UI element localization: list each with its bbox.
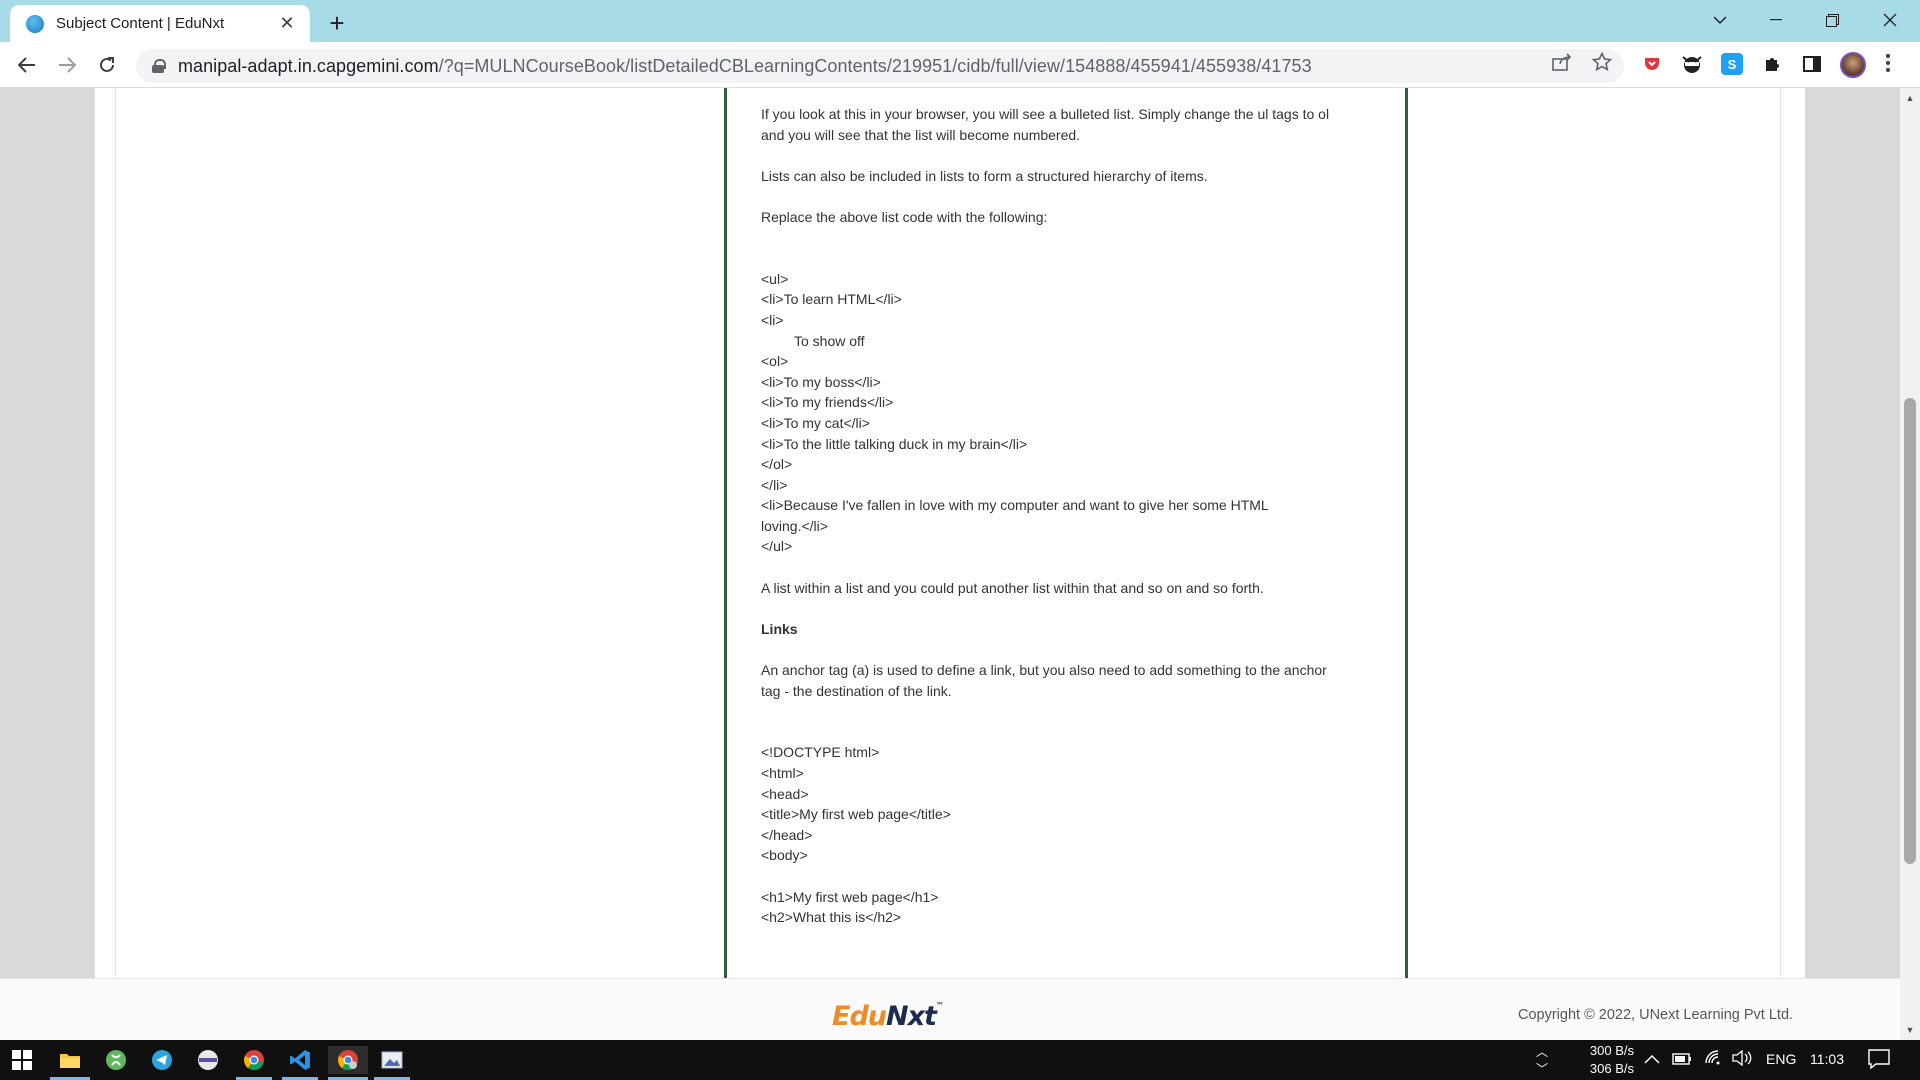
reload-icon[interactable] [92, 50, 122, 80]
url-text[interactable]: manipal-adapt.in.capgemini.com/?q=MULNCo… [178, 56, 1312, 77]
browser-tabstrip: Subject Content | EduNxt ✕ + [0, 0, 1920, 42]
logo-nxt-text: Nxt [886, 1001, 937, 1032]
tab-search-icon[interactable] [1692, 0, 1748, 40]
code-line: <h2>What this is</h2> [761, 909, 902, 926]
scroll-up-arrow-icon[interactable]: ▲ [1900, 90, 1920, 106]
scroll-down-arrow-icon[interactable]: ▼ [1900, 1022, 1920, 1038]
code-line: </ul> [761, 538, 793, 555]
tab-title: Subject Content | EduNxt [56, 15, 225, 32]
code-line: <li>To the little talking duck in my bra… [761, 435, 1028, 452]
file-explorer-icon[interactable] [56, 1046, 84, 1074]
page-scrollbar[interactable]: ▲ ▼ [1900, 88, 1920, 1040]
edunxt-favicon-icon [26, 14, 44, 33]
chrome-profile-icon[interactable] [328, 1046, 368, 1074]
media-app-icon[interactable] [194, 1046, 222, 1074]
paragraph-nested-lists: Lists can also be included in lists to f… [761, 167, 1208, 184]
extensions-puzzle-icon[interactable] [1761, 53, 1783, 75]
page-background: If you look at this in your browser, you… [0, 88, 1900, 978]
heading-links: Links [761, 620, 798, 637]
profile-avatar[interactable] [1840, 52, 1866, 78]
code-line: <h1>My first web page</h1> [761, 888, 939, 905]
code-line: <title>My first web page</title> [761, 806, 951, 823]
side-panel-icon[interactable] [1801, 53, 1823, 75]
code-line: </ol> [761, 456, 793, 473]
photos-app-icon[interactable] [378, 1046, 406, 1074]
copyright-text: Copyright © 2022, UNext Learning Pvt Ltd… [1518, 1007, 1794, 1023]
paragraph-list-within-list: A list within a list and you could put a… [761, 579, 1264, 596]
lock-icon[interactable] [152, 59, 166, 73]
code-line: <html> [761, 765, 804, 781]
net-down-speed: 306 B/s [1589, 1061, 1634, 1076]
vscode-icon[interactable] [286, 1046, 314, 1074]
url-path: /?q=MULNCourseBook/listDetailedCBLearnin… [438, 55, 1312, 76]
scrollbar-thumb[interactable] [1904, 398, 1916, 864]
pocket-extension-icon[interactable] [1641, 53, 1663, 75]
code-line: <li>To my cat</li> [761, 414, 870, 431]
code-line: <li>To my friends</li> [761, 394, 894, 411]
wifi-icon[interactable] [1704, 1050, 1722, 1069]
edunxt-logo: EduNxt™ [832, 1001, 944, 1032]
code-line: To show off [794, 332, 865, 349]
chrome-icon[interactable] [240, 1046, 268, 1074]
volume-icon[interactable] [1732, 1049, 1752, 1069]
minimize-window-icon[interactable] [1748, 0, 1804, 40]
bookmark-star-icon[interactable] [1591, 51, 1613, 77]
page-footer: EduNxt™ Copyright © 2022, UNext Learning… [0, 978, 1900, 1040]
forward-arrow-icon[interactable] [52, 50, 82, 80]
close-window-icon[interactable] [1862, 0, 1918, 40]
paragraph-lists-intro: If you look at this in your browser, you… [761, 106, 1330, 143]
notifications-icon[interactable] [1868, 1049, 1890, 1072]
code-line: <li>Because I've fallen in love with my … [761, 497, 1269, 534]
learning-content: If you look at this in your browser, you… [761, 104, 1381, 928]
content-frame: If you look at this in your browser, you… [95, 88, 1805, 978]
code-line: <ul> [761, 270, 789, 287]
tray-up-chevron-icon[interactable]: ︿ [1536, 1043, 1548, 1060]
s-extension-icon[interactable]: S [1721, 53, 1743, 75]
logo-edu-text: Edu [832, 1001, 887, 1032]
code-line: </li> [761, 476, 788, 493]
code-line: </head> [761, 826, 813, 843]
content-frame-inner: If you look at this in your browser, you… [115, 88, 1781, 978]
windows-taskbar: ︿ ﹀ 300 B/s 306 B/s ENG 11:03 [0, 1040, 1920, 1080]
browser-tab[interactable]: Subject Content | EduNxt ✕ [10, 5, 310, 42]
restore-window-icon[interactable] [1804, 0, 1860, 40]
code-line: <body> [761, 847, 808, 864]
code-line: <ol> [761, 353, 789, 370]
net-up-speed: 300 B/s [1589, 1043, 1634, 1058]
back-arrow-icon[interactable] [12, 50, 42, 80]
logo-trademark: ™ [935, 1001, 944, 1010]
code-line: <li> [761, 311, 784, 328]
clock-time[interactable]: 11:03 [1810, 1051, 1844, 1067]
code-line: <li>To learn HTML</li> [761, 291, 902, 308]
telegram-icon[interactable] [148, 1046, 176, 1074]
show-hidden-icons-icon[interactable] [1644, 1051, 1660, 1067]
share-icon[interactable] [1552, 53, 1572, 76]
code-line: <li>To my boss</li> [761, 373, 881, 390]
code-line: <head> [761, 785, 809, 802]
learning-content-column: If you look at this in your browser, you… [724, 88, 1408, 978]
browser-toolbar: manipal-adapt.in.capgemini.com/?q=MULNCo… [0, 42, 1920, 88]
paragraph-replace-code: Replace the above list code with the fol… [761, 208, 1048, 225]
code-line: <!DOCTYPE html> [761, 744, 880, 761]
battery-icon[interactable] [1672, 1052, 1692, 1069]
paragraph-anchor-tag: An anchor tag (a) is used to define a li… [761, 662, 1327, 699]
tab-close-icon[interactable]: ✕ [276, 13, 298, 34]
address-bar[interactable]: manipal-adapt.in.capgemini.com/?q=MULNCo… [136, 49, 1624, 83]
tray-down-chevron-icon[interactable]: ﹀ [1536, 1060, 1548, 1077]
green-app-icon[interactable] [102, 1046, 130, 1074]
ninja-extension-icon[interactable] [1681, 53, 1703, 75]
windows-start-icon[interactable] [8, 1046, 36, 1074]
url-host: manipal-adapt.in.capgemini.com [178, 55, 439, 76]
new-tab-button[interactable]: + [322, 9, 352, 37]
language-indicator[interactable]: ENG [1766, 1051, 1796, 1067]
menu-kebab-icon[interactable] [1886, 54, 1890, 77]
